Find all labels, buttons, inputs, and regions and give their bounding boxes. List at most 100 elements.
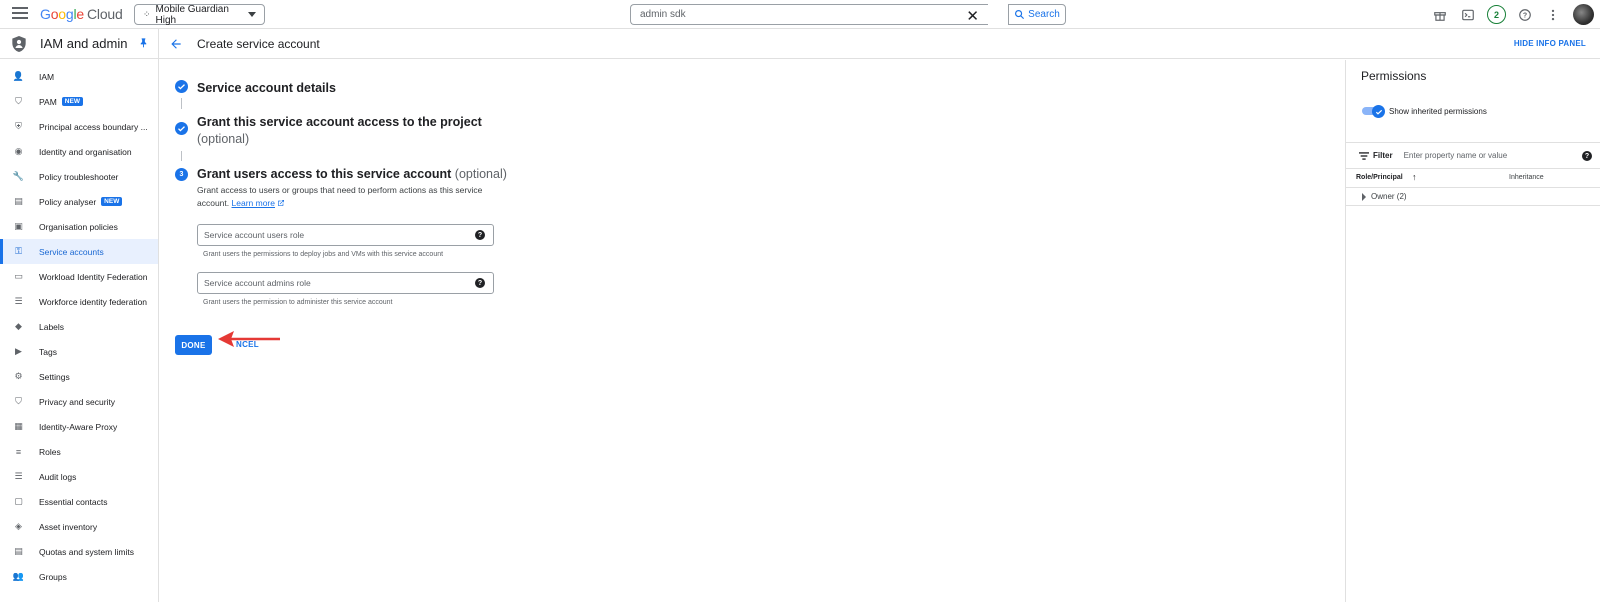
sidebar-item-tags[interactable]: ▶ Tags [0, 339, 158, 364]
groups-icon: 👥 [12, 571, 25, 581]
gear-icon: ⚙ [14, 371, 23, 381]
step-1[interactable]: Service account details [175, 80, 336, 97]
sidebar-item-organisation-policies[interactable]: ▣ Organisation policies [0, 214, 158, 239]
id-card-icon: ▭ [14, 271, 23, 281]
check-icon [1372, 105, 1385, 118]
filter-input[interactable]: Enter property name or value [1404, 151, 1508, 160]
sidebar-item-label: Policy analyser [39, 196, 97, 207]
search-button[interactable]: Search [1008, 4, 1066, 25]
sidebar-item-identity-aware-proxy[interactable]: ▦ Identity-Aware Proxy [0, 414, 158, 439]
cloud-shell-icon[interactable] [1460, 7, 1476, 23]
table-row[interactable]: Owner (2) [1346, 188, 1600, 206]
sidebar-item-service-accounts[interactable]: ⚿ Service accounts [0, 239, 158, 264]
service-account-admins-role-field[interactable]: Service account admins role ? [197, 272, 494, 294]
sidebar-title: IAM and admin [40, 36, 128, 51]
sidebar-item-iam[interactable]: 👤 IAM [0, 64, 158, 89]
document-search-icon: ▤ [14, 196, 23, 206]
list-box-icon: ▣ [14, 221, 23, 231]
arrow-up-icon[interactable]: ↑ [1412, 172, 1417, 182]
filter-icon [1359, 151, 1369, 160]
help-icon[interactable]: ? [475, 278, 485, 288]
search-value: admin sdk [640, 9, 686, 20]
sidebar-item-groups[interactable]: 👥 Groups [0, 564, 158, 589]
more-vert-icon[interactable] [1545, 7, 1561, 23]
search-button-label: Search [1028, 9, 1060, 20]
logo-google-text: Google [40, 6, 84, 22]
contact-icon: ▢ [14, 496, 23, 506]
chevron-down-icon [248, 12, 256, 17]
top-bar: Google Cloud ⁘ Mobile Guardian High admin… [0, 0, 1600, 29]
person-add-icon: 👤 [12, 71, 25, 81]
check-circle-icon [175, 122, 188, 135]
hide-info-panel-button[interactable]: HIDE INFO PANEL [1514, 39, 1586, 48]
close-icon[interactable]: ✕ [966, 7, 979, 25]
service-account-users-role-field[interactable]: Service account users role ? [197, 224, 494, 246]
step-3-optional: (optional) [454, 167, 507, 181]
new-badge: NEW [61, 97, 83, 106]
quota-icon: ▤ [14, 546, 23, 556]
sidebar-item-label: PAM [39, 96, 57, 107]
menu-icon[interactable] [12, 7, 28, 21]
sidebar-item-workload-identity-federation[interactable]: ▭ Workload Identity Federation [0, 264, 158, 289]
sidebar-item-label: Workforce identity federation [39, 296, 148, 307]
step-3[interactable]: 3 Grant users access to this service acc… [175, 166, 507, 183]
external-link-icon [277, 200, 284, 206]
sidebar-item-principal-access-boundary[interactable]: ⛨ Principal access boundary ... [0, 114, 158, 139]
admins-role-hint: Grant users the permission to administer… [203, 299, 393, 306]
expand-arrow-icon[interactable] [1362, 193, 1366, 201]
search-input[interactable]: admin sdk ✕ [630, 4, 988, 25]
sidebar-item-policy-troubleshooter[interactable]: 🔧 Policy troubleshooter [0, 164, 158, 189]
done-button[interactable]: DONE [175, 335, 212, 355]
sidebar-item-identity-organisation[interactable]: ◉ Identity and organisation [0, 139, 158, 164]
sidebar-item-label: Policy troubleshooter [39, 171, 119, 182]
sidebar-item-label: Audit logs [39, 471, 77, 482]
service-account-icon: ⚿ [15, 246, 22, 256]
sidebar-item-quotas[interactable]: ▤ Quotas and system limits [0, 539, 158, 564]
help-icon[interactable]: ? [1582, 151, 1592, 161]
step-connector [181, 98, 182, 109]
sidebar-item-settings[interactable]: ⚙ Settings [0, 364, 158, 389]
tag-icon: ▶ [15, 346, 22, 356]
notifications-badge[interactable]: 2 [1487, 5, 1506, 24]
sidebar: IAM and admin 👤 IAM ⛉ PAM NEW ⛨ Principal ac… [0, 29, 159, 602]
filter-label: Filter [1373, 151, 1393, 160]
sidebar-item-essential-contacts[interactable]: ▢ Essential contacts [0, 489, 158, 514]
page-title: Create service account [197, 36, 320, 51]
pin-icon[interactable] [138, 37, 149, 51]
google-cloud-logo[interactable]: Google Cloud [40, 6, 123, 22]
shield-icon [12, 35, 26, 52]
sidebar-item-roles[interactable]: ≡ Roles [0, 439, 158, 464]
sidebar-item-asset-inventory[interactable]: ◈ Asset inventory [0, 514, 158, 539]
sidebar-item-label: Workload Identity Federation [39, 271, 148, 282]
main-content: Service account details Grant this servi… [159, 60, 1345, 602]
step-2[interactable]: Grant this service account access to the… [175, 114, 482, 148]
sidebar-item-label: Service accounts [39, 246, 104, 257]
sidebar-item-workforce-identity-federation[interactable]: ☰ Workforce identity federation [0, 289, 158, 314]
sidebar-item-label: Identity and organisation [39, 146, 132, 157]
new-badge: NEW [101, 197, 123, 206]
sidebar-item-audit-logs[interactable]: ☰ Audit logs [0, 464, 158, 489]
sidebar-item-label: IAM [39, 71, 55, 82]
sidebar-item-pam[interactable]: ⛉ PAM NEW [0, 89, 158, 114]
sidebar-item-privacy-security[interactable]: ⛉ Privacy and security [0, 389, 158, 414]
column-role-principal[interactable]: Role/Principal [1356, 174, 1403, 181]
logo-cloud-text: Cloud [87, 6, 123, 22]
sidebar-item-policy-analyser[interactable]: ▤ Policy analyser NEW [0, 189, 158, 214]
project-picker[interactable]: ⁘ Mobile Guardian High [134, 4, 265, 26]
back-arrow-icon[interactable] [169, 37, 183, 51]
sidebar-item-label: Organisation policies [39, 221, 118, 232]
help-icon[interactable]: ? [1517, 7, 1533, 23]
sidebar-item-labels[interactable]: ◆ Labels [0, 314, 158, 339]
wrench-icon: 🔧 [12, 171, 25, 181]
learn-more-link[interactable]: Learn more [232, 198, 285, 208]
permissions-table-header: Role/Principal ↑ Inheritance [1346, 170, 1600, 188]
avatar[interactable] [1573, 4, 1594, 25]
help-icon[interactable]: ? [475, 230, 485, 240]
sidebar-item-label: Essential contacts [39, 496, 108, 507]
show-inherited-toggle[interactable] [1362, 105, 1385, 118]
sidebar-item-label: Identity-Aware Proxy [39, 421, 118, 432]
gift-icon[interactable] [1432, 7, 1448, 23]
admins-role-placeholder: Service account admins role [204, 278, 311, 288]
sidebar-item-label: Groups [39, 571, 67, 582]
column-inheritance: Inheritance [1509, 174, 1544, 181]
